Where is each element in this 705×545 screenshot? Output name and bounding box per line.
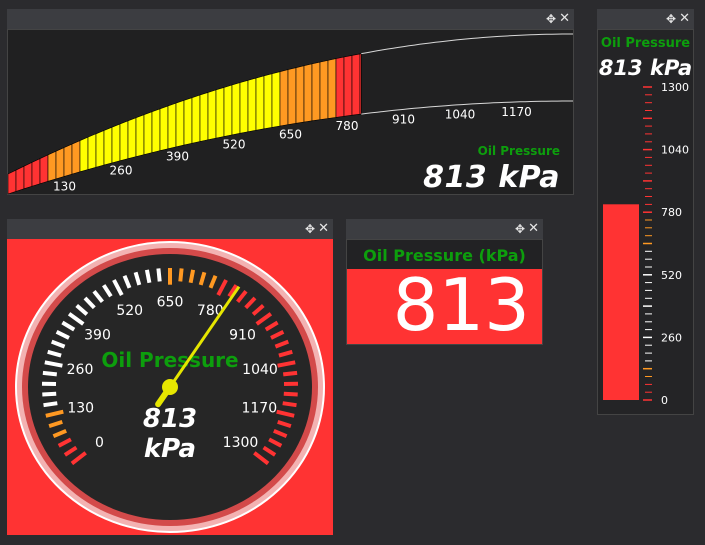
arc-bar-segment [287, 67, 297, 126]
dial-tick [283, 391, 298, 397]
arc-bar-segment [87, 133, 97, 170]
vertical-tick-label: 1300 [661, 81, 689, 94]
arc-bar-gauge-panel: ✥ ✕ 130 260 390 520 650 780 910 1040 1170 Oil Pr… [7, 9, 574, 195]
dial-value: 813 [143, 404, 197, 434]
dial-tick-label: 520 [116, 303, 143, 319]
dial-label: Oil Pressure [101, 348, 238, 372]
dial-tick-label: 1040 [242, 362, 278, 378]
dial-tick-label: 390 [84, 327, 111, 343]
arc-bar-segment [271, 71, 281, 128]
dial-tick [282, 370, 298, 377]
arc-bar-segment [7, 169, 17, 195]
arc-tick-label: 650 [279, 127, 302, 141]
vertical-tick-label: 780 [661, 206, 682, 219]
arc-bar-segment [95, 130, 105, 168]
panel-titlebar[interactable]: ✥ ✕ [346, 219, 543, 239]
arc-bar-segment [327, 58, 337, 119]
arc-bar-segment [239, 79, 249, 134]
dial-tick-label: 0 [95, 435, 104, 451]
dial-unit: kPa [144, 434, 196, 464]
arc-bar-segment [175, 99, 185, 148]
dial-tick [42, 391, 57, 397]
arc-bar-segment [135, 114, 145, 158]
arc-bar-segment [255, 75, 265, 131]
vertical-bar-gauge-panel: ✥ ✕ Oil Pressure 813 kPa 0 260 520 780 1040 1… [597, 9, 694, 415]
dial-tick-label: 910 [229, 327, 256, 343]
arc-tick-label: 1040 [445, 108, 476, 122]
arc-bar-segment [295, 65, 305, 124]
arc-outline-top [361, 33, 573, 55]
dial-tick-label: 130 [67, 401, 94, 417]
arc-tick-label: 130 [53, 179, 76, 193]
arc-bar-segment [63, 143, 73, 177]
arc-bar-segment [71, 140, 81, 175]
dial-tick [144, 269, 152, 284]
arc-bar-segment [351, 53, 361, 116]
arc-bar-segment [79, 136, 89, 173]
arc-bar-segment [279, 69, 289, 127]
arc-bar-segment [47, 150, 57, 182]
vertical-tick-label: 1040 [661, 144, 689, 157]
dial-tick [188, 269, 196, 284]
arc-bar-segment [23, 161, 33, 190]
dial-tick [156, 268, 162, 282]
arc-tick-label: 1170 [501, 105, 532, 119]
vertical-tick-label: 0 [661, 394, 668, 407]
gauge-value: 813 kPa [423, 160, 560, 195]
arc-bar-segment [335, 56, 345, 118]
arc-bar-segment [359, 53, 362, 115]
arc-bar-segment [127, 117, 137, 160]
arc-bar-segment [231, 82, 241, 136]
arc-bar-segment [159, 105, 169, 152]
gauge-label: Oil Pressure [477, 144, 560, 158]
arc-bar-segment [151, 108, 161, 154]
arc-tick-label: 910 [392, 112, 415, 126]
arc-bar-segment [215, 87, 225, 139]
arc-tick-label: 260 [110, 164, 133, 178]
arc-bar-segment [111, 123, 121, 164]
vertical-bar-fill [603, 204, 639, 400]
arc-bar-segment [143, 111, 153, 156]
dial-needle-hub [162, 379, 178, 395]
arc-bar-segment [343, 55, 353, 117]
arc-bar-segment [319, 59, 329, 120]
arc-tick-label: 780 [336, 119, 359, 133]
dial-tick [42, 370, 58, 377]
arc-bar-segment [183, 97, 193, 146]
move-icon[interactable]: ✥ [515, 221, 525, 237]
arc-bar-segment [263, 73, 273, 130]
vertical-bar-graphic: 0 260 520 780 1040 1300 [603, 81, 689, 407]
arc-bar-segment [247, 77, 257, 133]
arc-bar-segment [191, 94, 201, 144]
dial-tick-label: 650 [157, 294, 184, 310]
dial-tick [43, 401, 58, 408]
arc-bar-segment [119, 120, 129, 162]
dial-tick-label: 1300 [223, 435, 259, 451]
vertical-tick-label: 520 [661, 269, 682, 282]
vertical-tick-label: 260 [661, 331, 682, 344]
arc-bar-segment [223, 84, 233, 137]
dial-gauge-panel: ✥ ✕ 0 130 260 390 520 650 780 910 1040 1170 1300 Oi… [7, 219, 333, 535]
digital-value: 813 [392, 263, 530, 347]
arc-tick-label: 390 [166, 150, 189, 164]
arc-bar-segment [311, 61, 321, 122]
arc-bar-segment [199, 92, 209, 142]
arc-bar-segment [15, 165, 25, 192]
arc-tick-label: 520 [223, 138, 246, 152]
dial-tick-label: 1170 [241, 401, 277, 417]
dial-tick-label: 260 [67, 362, 94, 378]
arc-bar-segment [303, 63, 313, 123]
arc-bar-segment [39, 154, 49, 185]
arc-bar-segment [31, 158, 41, 187]
dial-gauge: 0130260390520650780910104011701300Oil Pr… [15, 241, 325, 533]
digital-value-box: 813 [347, 263, 542, 347]
arc-bar-segment [103, 126, 113, 166]
dial-tick [282, 401, 297, 408]
arc-bar-segment [207, 89, 217, 141]
close-icon[interactable]: ✕ [528, 221, 539, 237]
arc-bar-segment [167, 102, 177, 150]
digital-display-panel: ✥ ✕ Oil Pressure (kPa) 813 [346, 219, 543, 345]
arc-bar-segment [55, 147, 65, 180]
dial-tick [178, 268, 184, 282]
